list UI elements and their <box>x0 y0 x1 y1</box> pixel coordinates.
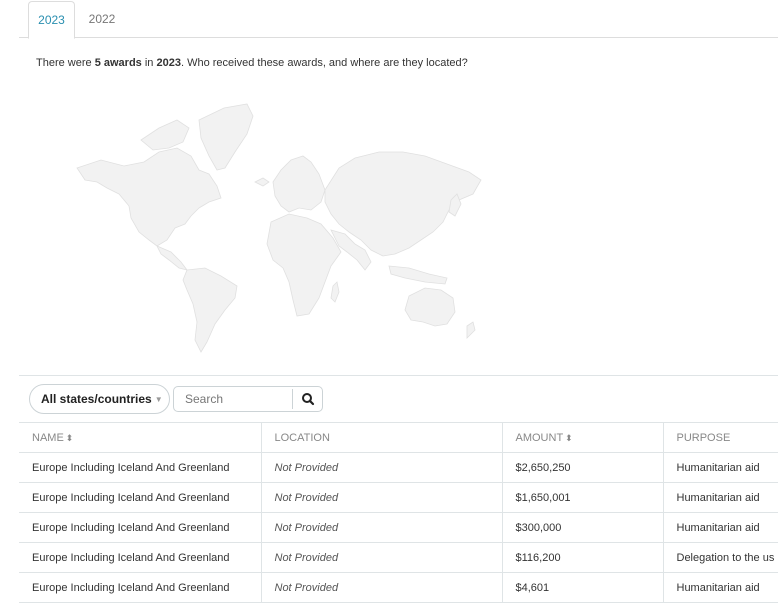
sort-icon: ⬍ <box>65 432 74 443</box>
column-label: NAME <box>32 431 64 444</box>
column-header-purpose: PURPOSE <box>662 422 778 453</box>
award-count: 5 awards <box>94 57 142 69</box>
map-region-south-america <box>182 267 238 353</box>
cell-purpose: Humanitarian aid <box>662 482 778 513</box>
world-map[interactable] <box>49 90 489 355</box>
search-box <box>173 386 323 412</box>
cell-name: Europe Including Iceland And Greenland <box>19 512 261 543</box>
cell-purpose: Delegation to the us <box>662 542 778 573</box>
map-region-greenland <box>198 103 254 171</box>
location-filter-value: All states/countries <box>41 392 152 406</box>
column-label: LOCATION <box>274 431 330 444</box>
awards-table: NAME ⬍ LOCATION AMOUNT ⬍ PURPOSE Europe In… <box>19 422 778 603</box>
cell-amount: $2,650,250 <box>501 452 663 483</box>
search-button[interactable] <box>293 387 323 411</box>
map-region-new-zealand <box>466 321 476 339</box>
cell-amount: $116,200 <box>501 542 663 573</box>
cell-amount: $300,000 <box>501 512 663 543</box>
section-divider <box>19 375 778 376</box>
cell-name: Europe Including Iceland And Greenland <box>19 452 261 483</box>
search-icon <box>302 393 315 406</box>
location-filter-dropdown[interactable]: All states/countries ▼ <box>29 384 170 414</box>
cell-location: Not Provided <box>260 452 502 483</box>
cell-location: Not Provided <box>260 482 502 513</box>
column-header-location: LOCATION <box>260 422 502 453</box>
table-row[interactable]: Europe Including Iceland And Greenland N… <box>19 512 778 543</box>
table-row[interactable]: Europe Including Iceland And Greenland N… <box>19 452 778 483</box>
table-header-row: NAME ⬍ LOCATION AMOUNT ⬍ PURPOSE <box>19 422 778 453</box>
map-region-arctic-islands <box>140 119 190 151</box>
map-region-iceland <box>254 177 270 187</box>
map-region-africa <box>266 213 342 317</box>
award-year: 2023 <box>156 57 181 69</box>
map-region-north-america <box>76 147 222 247</box>
awards-page: 2023 2022 There were 5 awards in 2023. W… <box>19 0 778 603</box>
cell-location: Not Provided <box>260 542 502 573</box>
cell-name: Europe Including Iceland And Greenland <box>19 542 261 573</box>
table-row[interactable]: Europe Including Iceland And Greenland N… <box>19 482 778 513</box>
column-header-name[interactable]: NAME ⬍ <box>19 422 261 453</box>
column-label: PURPOSE <box>676 431 731 444</box>
map-region-australia <box>404 287 456 327</box>
table-row[interactable]: Europe Including Iceland And Greenland N… <box>19 542 778 573</box>
year-tabs: 2023 2022 <box>19 0 778 39</box>
tab-2023[interactable]: 2023 <box>28 1 75 39</box>
map-region-madagascar <box>330 281 340 303</box>
map-region-central-america <box>156 245 188 271</box>
cell-purpose: Humanitarian aid <box>662 452 778 483</box>
cell-location: Not Provided <box>260 512 502 543</box>
awards-summary: There were 5 awards in 2023. Who receive… <box>36 57 468 69</box>
summary-middle: in <box>141 57 157 69</box>
cell-amount: $4,601 <box>501 572 663 603</box>
cell-name: Europe Including Iceland And Greenland <box>19 482 261 513</box>
caret-down-icon: ▼ <box>154 395 163 404</box>
sort-icon: ⬍ <box>565 432 573 443</box>
map-region-indonesia <box>388 265 448 285</box>
summary-suffix: . Who received these awards, and where a… <box>180 57 468 69</box>
cell-amount: $1,650,001 <box>501 482 663 513</box>
cell-location: Not Provided <box>260 572 502 603</box>
map-region-europe <box>272 155 326 213</box>
cell-purpose: Humanitarian aid <box>662 572 778 603</box>
column-label: AMOUNT <box>515 431 564 444</box>
column-header-amount[interactable]: AMOUNT ⬍ <box>501 422 663 453</box>
cell-name: Europe Including Iceland And Greenland <box>19 572 261 603</box>
search-input[interactable] <box>174 387 292 411</box>
summary-prefix: There were <box>36 57 95 69</box>
cell-purpose: Humanitarian aid <box>662 512 778 543</box>
table-row[interactable]: Europe Including Iceland And Greenland N… <box>19 572 778 603</box>
tab-2022[interactable]: 2022 <box>82 1 122 38</box>
